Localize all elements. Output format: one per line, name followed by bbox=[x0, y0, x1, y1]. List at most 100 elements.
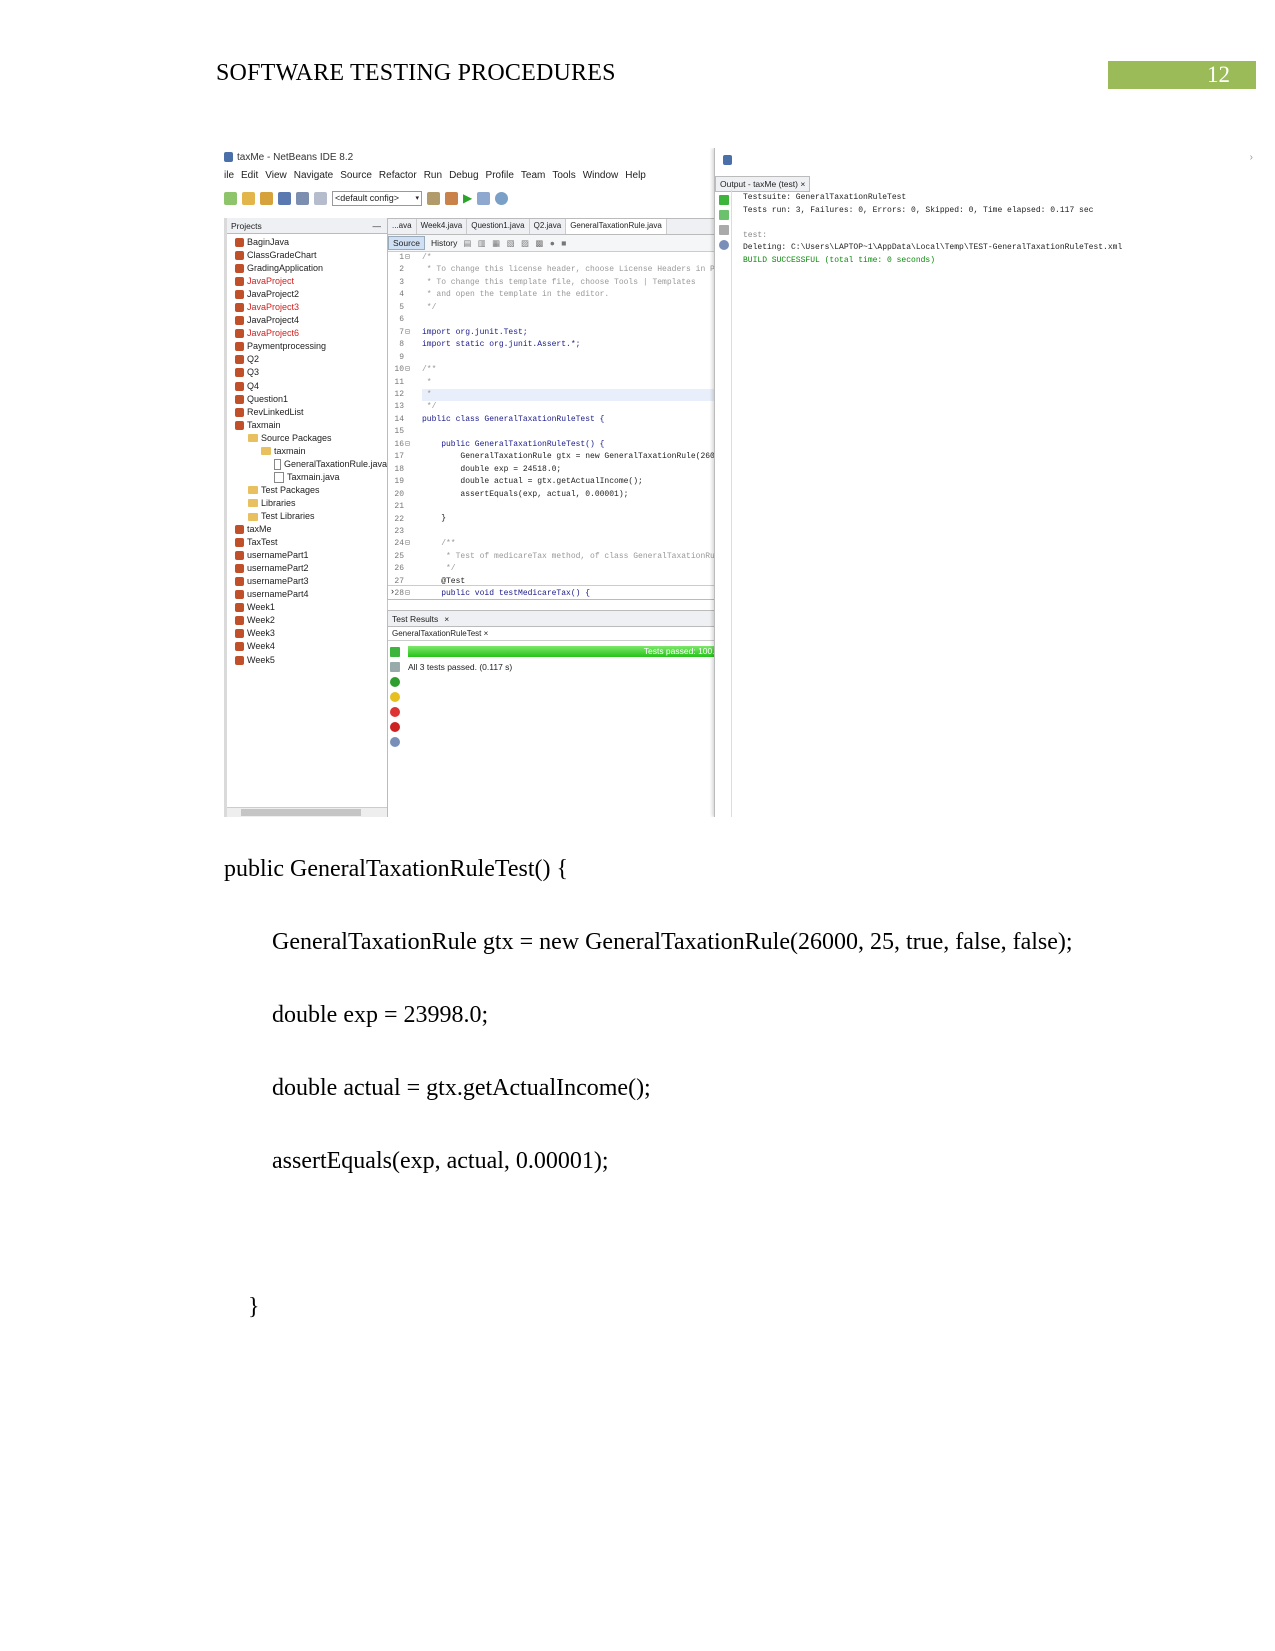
project-icon bbox=[235, 381, 244, 391]
rerun-failed-icon[interactable] bbox=[390, 662, 400, 672]
tree-item[interactable]: JavaProject3 bbox=[227, 301, 387, 314]
menu-item[interactable]: Navigate bbox=[294, 170, 333, 184]
menu-item[interactable]: Debug bbox=[449, 170, 478, 184]
editor-tab[interactable]: Question1.java bbox=[467, 219, 530, 234]
passed-filter-icon[interactable] bbox=[390, 677, 400, 687]
menu-item[interactable]: Run bbox=[424, 170, 442, 184]
failure-filter-icon[interactable] bbox=[390, 707, 400, 717]
menu-item[interactable]: Help bbox=[625, 170, 646, 184]
tab-test-results[interactable]: Test Results × bbox=[388, 611, 753, 627]
horizontal-scrollbar[interactable] bbox=[227, 807, 387, 817]
run-icon[interactable]: ▶ bbox=[463, 191, 472, 205]
warning-filter-icon[interactable] bbox=[390, 692, 400, 702]
menu-item[interactable]: Window bbox=[583, 170, 619, 184]
tab-projects[interactable]: Projects — bbox=[227, 218, 387, 234]
tree-item[interactable]: usernamePart1 bbox=[227, 549, 387, 562]
code-line: * and open the template in the editor. bbox=[422, 290, 610, 300]
debug-icon[interactable] bbox=[477, 191, 491, 205]
tree-item[interactable]: Q4 bbox=[227, 380, 387, 393]
menu-item[interactable]: Edit bbox=[241, 170, 258, 184]
close-icon[interactable]: × bbox=[800, 179, 805, 189]
profile-icon[interactable] bbox=[495, 191, 509, 205]
menu-item[interactable]: Team bbox=[521, 170, 545, 184]
tree-item[interactable]: usernamePart3 bbox=[227, 575, 387, 588]
open-project-icon[interactable] bbox=[260, 191, 273, 205]
config-value: <default config> bbox=[335, 192, 400, 203]
tree-item-label: Paymentprocessing bbox=[247, 341, 327, 352]
project-icon bbox=[235, 420, 244, 430]
editor-scroll-arrow[interactable]: › bbox=[388, 585, 753, 599]
tree-item[interactable]: taxmain bbox=[227, 445, 387, 458]
redo-icon[interactable] bbox=[314, 191, 327, 205]
menu-item[interactable]: Refactor bbox=[379, 170, 417, 184]
code-area[interactable]: 1 2 3 4 5 6 7 8 9 10 11 12 13 14 15 16 17 18 19 20 21 22 23 24 2… bbox=[388, 252, 753, 598]
tree-item[interactable]: Question1 bbox=[227, 393, 387, 406]
config-select[interactable]: <default config> ▾ bbox=[332, 190, 422, 206]
tree-item[interactable]: Taxmain.java bbox=[227, 471, 387, 484]
error-filter-icon[interactable] bbox=[390, 722, 400, 732]
source-button[interactable]: Source bbox=[388, 236, 425, 250]
tree-item[interactable]: usernamePart2 bbox=[227, 562, 387, 575]
menu-item[interactable]: Source bbox=[340, 170, 372, 184]
menu-bar: ile Edit View Navigate Source Refactor Run Debu… bbox=[224, 170, 646, 184]
menu-item[interactable]: ile bbox=[224, 170, 234, 184]
tree-item[interactable]: Libraries bbox=[227, 497, 387, 510]
save-all-icon[interactable] bbox=[278, 191, 291, 205]
editor-tab[interactable]: GeneralTaxationRule.java bbox=[566, 219, 667, 234]
tree-item[interactable]: Q3 bbox=[227, 366, 387, 379]
tree-item[interactable]: Q2 bbox=[227, 353, 387, 366]
stop-icon[interactable] bbox=[719, 225, 729, 235]
settings-icon[interactable] bbox=[719, 240, 729, 250]
build-icon[interactable] bbox=[445, 191, 458, 205]
close-icon[interactable]: × bbox=[444, 614, 449, 624]
tree-item[interactable]: taxMe bbox=[227, 523, 387, 536]
tree-item[interactable]: TaxTest bbox=[227, 536, 387, 549]
code-line: public GeneralTaxationRuleTest() { bbox=[422, 439, 605, 449]
tree-item[interactable]: Taxmain bbox=[227, 419, 387, 432]
tree-item[interactable]: Paymentprocessing bbox=[227, 340, 387, 353]
history-button[interactable]: History bbox=[431, 238, 457, 248]
tree-item[interactable]: ClassGradeChart bbox=[227, 249, 387, 262]
code-line: /** bbox=[422, 539, 456, 549]
tree-item[interactable]: Week4 bbox=[227, 640, 387, 653]
tree-item[interactable]: Test Packages bbox=[227, 484, 387, 497]
tree-item[interactable]: Week2 bbox=[227, 614, 387, 627]
editor-tab[interactable]: Week4.java bbox=[417, 219, 468, 234]
new-project-icon[interactable] bbox=[242, 191, 255, 205]
menu-item[interactable]: View bbox=[265, 170, 287, 184]
tree-item[interactable]: Week5 bbox=[227, 654, 387, 667]
close-icon[interactable]: × bbox=[484, 629, 489, 638]
skipped-filter-icon[interactable] bbox=[390, 737, 400, 747]
close-icon[interactable]: › bbox=[1250, 152, 1253, 163]
tree-item[interactable]: JavaProject bbox=[227, 275, 387, 288]
tree-item[interactable]: GradingApplication bbox=[227, 262, 387, 275]
tab-output[interactable]: Output - taxMe (test) × bbox=[715, 176, 811, 192]
undo-icon[interactable] bbox=[296, 191, 309, 205]
minimize-icon[interactable]: — bbox=[373, 221, 382, 231]
tree-item[interactable]: Test Libraries bbox=[227, 510, 387, 523]
tree-item[interactable]: JavaProject6 bbox=[227, 327, 387, 340]
new-file-icon[interactable] bbox=[224, 191, 237, 205]
editor-tab[interactable]: ...ava bbox=[388, 219, 417, 234]
line-number: 24 bbox=[394, 539, 404, 549]
tree-item[interactable]: RevLinkedList bbox=[227, 406, 387, 419]
tree-item[interactable]: GeneralTaxationRule.java bbox=[227, 458, 387, 471]
editor-tab[interactable]: Q2.java bbox=[530, 219, 567, 234]
tree-item[interactable]: usernamePart4 bbox=[227, 588, 387, 601]
tree-item[interactable]: JavaProject4 bbox=[227, 314, 387, 327]
rerun-icon[interactable] bbox=[390, 647, 400, 657]
clean-build-icon[interactable] bbox=[427, 191, 440, 205]
tree-item-label: JavaProject6 bbox=[247, 328, 300, 339]
tab-test-suite[interactable]: GeneralTaxationRuleTest × bbox=[388, 627, 753, 641]
tree-item[interactable]: Week3 bbox=[227, 627, 387, 640]
code-line: GeneralTaxationRule gtx = new GeneralTax… bbox=[422, 452, 730, 462]
editor-tools-icon[interactable]: ▤ ▥ ▦ ▧ ▨ ▩ ● ■ bbox=[463, 238, 568, 249]
tree-item[interactable]: Source Packages bbox=[227, 432, 387, 445]
tree-item[interactable]: BaginJava bbox=[227, 236, 387, 249]
rerun-icon[interactable] bbox=[719, 195, 729, 205]
tree-item[interactable]: Week1 bbox=[227, 601, 387, 614]
tree-item[interactable]: JavaProject2 bbox=[227, 288, 387, 301]
menu-item[interactable]: Profile bbox=[486, 170, 514, 184]
rerun-icon[interactable] bbox=[719, 210, 729, 220]
menu-item[interactable]: Tools bbox=[552, 170, 575, 184]
